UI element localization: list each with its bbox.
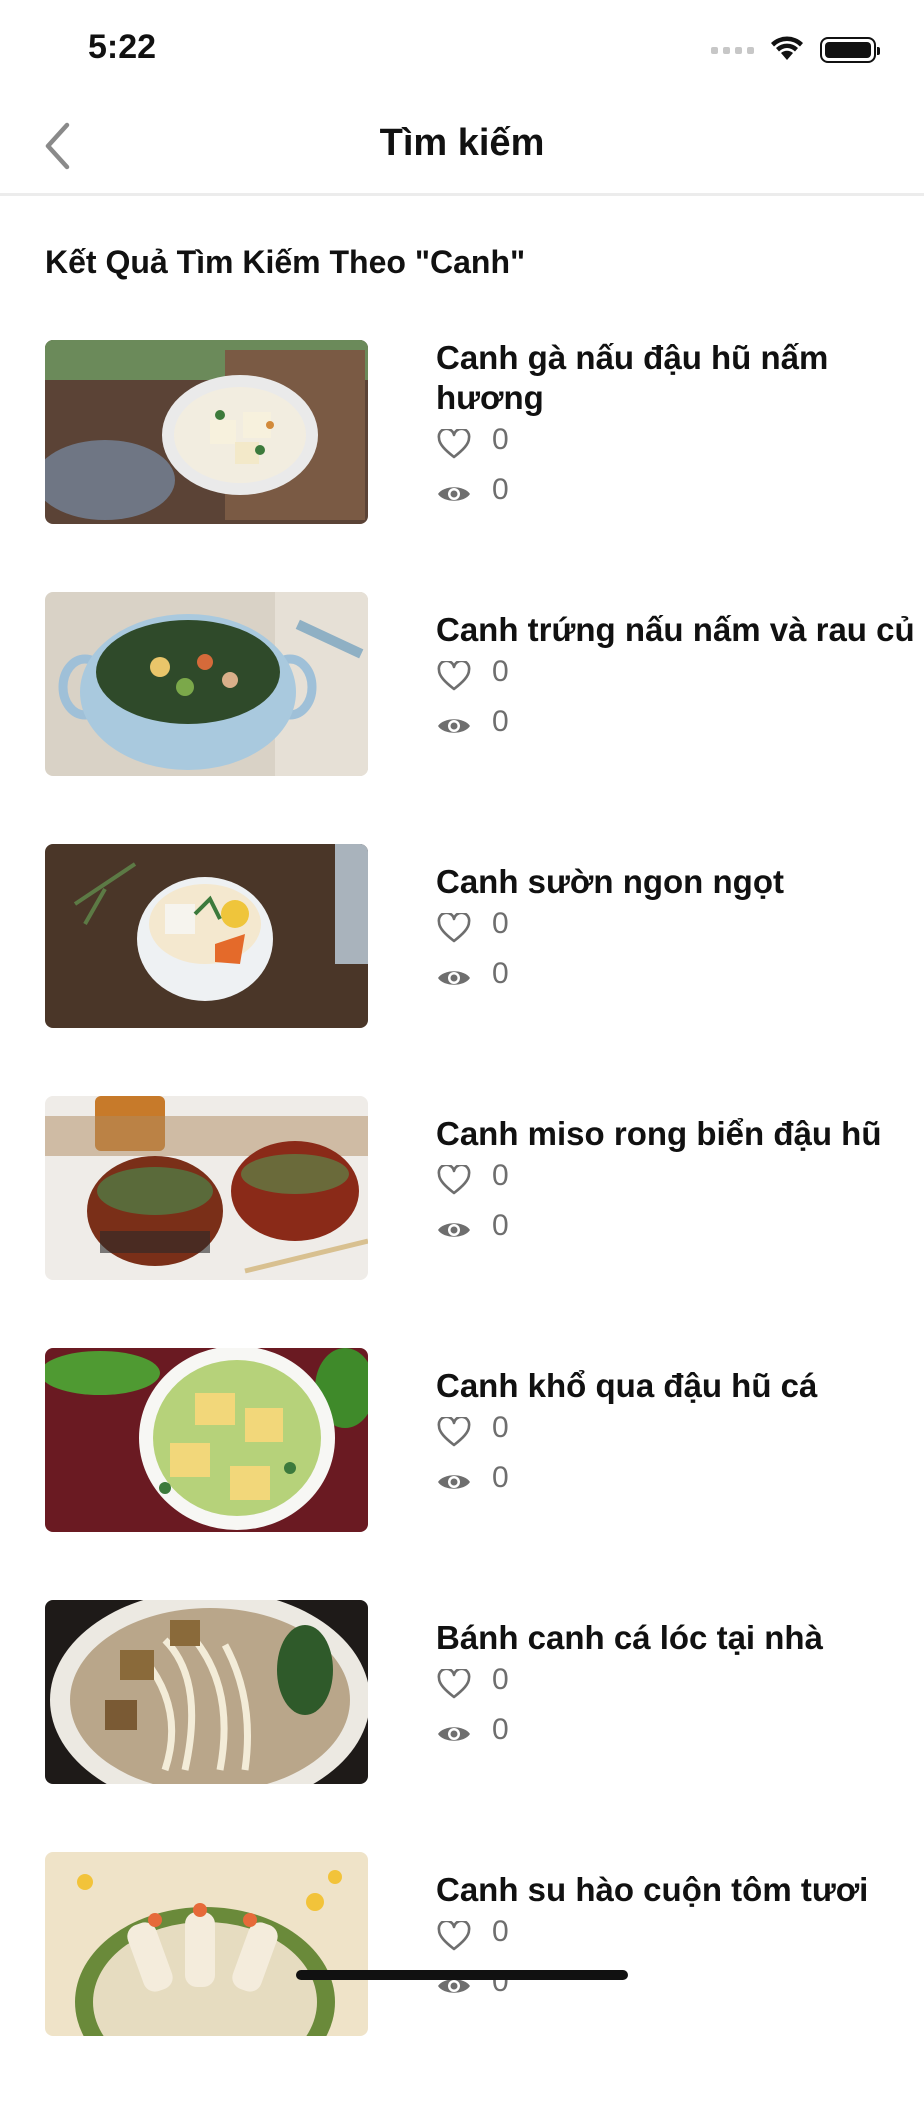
recipe-info: Bánh canh cá lóc tại nhà 0 0 bbox=[436, 1598, 924, 1758]
list-item[interactable]: Canh gà nấu đậu hũ nấm hương 0 0 bbox=[0, 338, 924, 590]
view-count-value: 0 bbox=[492, 1713, 509, 1746]
heart-icon[interactable] bbox=[436, 426, 472, 462]
recipe-thumbnail bbox=[45, 1600, 368, 1784]
recipe-title: Canh trứng nấu nấm và rau củ bbox=[436, 611, 915, 648]
like-count-value: 0 bbox=[492, 1411, 509, 1444]
like-count-value: 0 bbox=[492, 907, 509, 940]
like-count-value: 0 bbox=[492, 423, 509, 456]
list-item[interactable]: Canh sườn ngon ngọt 0 0 bbox=[0, 842, 924, 1094]
view-count-value: 0 bbox=[492, 473, 509, 506]
like-count: 0 bbox=[436, 904, 924, 952]
eye-icon bbox=[436, 476, 472, 512]
recipe-info: Canh sườn ngon ngọt 0 0 bbox=[436, 842, 924, 1002]
view-count: 0 bbox=[436, 702, 924, 750]
recipe-thumbnail bbox=[45, 1852, 368, 2036]
like-count-value: 0 bbox=[492, 1915, 509, 1948]
recipe-thumbnail bbox=[45, 844, 368, 1028]
results-heading: Kết Quả Tìm Kiếm Theo "Canh" bbox=[45, 244, 526, 280]
recipe-info: Canh gà nấu đậu hũ nấm hương 0 0 bbox=[436, 338, 924, 518]
list-item[interactable]: Bánh canh cá lóc tại nhà 0 0 bbox=[0, 1598, 924, 1850]
like-count: 0 bbox=[436, 1660, 924, 1708]
recipe-thumbnail bbox=[45, 340, 368, 524]
recipe-thumbnail bbox=[45, 1096, 368, 1280]
like-count: 0 bbox=[436, 1156, 924, 1204]
recipe-info: Canh trứng nấu nấm và rau củ 0 0 bbox=[436, 590, 924, 750]
status-indicators bbox=[711, 32, 880, 68]
page-title: Tìm kiếm bbox=[379, 122, 545, 164]
battery-icon bbox=[820, 37, 880, 63]
recipe-title: Canh gà nấu đậu hũ nấm hương bbox=[436, 339, 829, 416]
view-count: 0 bbox=[436, 954, 924, 1002]
recipe-info: Canh su hào cuộn tôm tươi 0 0 bbox=[436, 1850, 924, 2010]
like-count: 0 bbox=[436, 1912, 924, 1960]
list-item[interactable]: Canh khổ qua đậu hũ cá 0 0 bbox=[0, 1346, 924, 1598]
results-list: Canh gà nấu đậu hũ nấm hương 0 0 Canh tr… bbox=[0, 338, 924, 2102]
list-item[interactable]: Canh trứng nấu nấm và rau củ 0 0 bbox=[0, 590, 924, 842]
recipe-title: Canh khổ qua đậu hũ cá bbox=[436, 1367, 818, 1404]
recipe-info: Canh khổ qua đậu hũ cá 0 0 bbox=[436, 1346, 924, 1506]
eye-icon bbox=[436, 1716, 472, 1752]
view-count: 0 bbox=[436, 1710, 924, 1758]
like-count-value: 0 bbox=[492, 1159, 509, 1192]
recipe-title: Canh sườn ngon ngọt bbox=[436, 863, 784, 900]
recipe-thumbnail bbox=[45, 592, 368, 776]
home-indicator[interactable] bbox=[296, 1970, 628, 1980]
eye-icon bbox=[436, 1464, 472, 1500]
heart-icon[interactable] bbox=[436, 1666, 472, 1702]
view-count-value: 0 bbox=[492, 705, 509, 738]
navigation-bar: Tìm kiếm bbox=[0, 96, 924, 196]
list-item[interactable]: Canh miso rong biển đậu hũ 0 0 bbox=[0, 1094, 924, 1346]
view-count-value: 0 bbox=[492, 1461, 509, 1494]
status-time: 5:22 bbox=[88, 28, 157, 66]
cellular-signal-icon bbox=[711, 46, 754, 54]
view-count: 0 bbox=[436, 1458, 924, 1506]
view-count: 0 bbox=[436, 470, 924, 518]
heart-icon[interactable] bbox=[436, 658, 472, 694]
wifi-icon bbox=[768, 34, 806, 67]
eye-icon bbox=[436, 1212, 472, 1248]
like-count: 0 bbox=[436, 420, 924, 468]
like-count: 0 bbox=[436, 652, 924, 700]
view-count-value: 0 bbox=[492, 957, 509, 990]
heart-icon[interactable] bbox=[436, 1414, 472, 1450]
like-count: 0 bbox=[436, 1408, 924, 1456]
view-count: 0 bbox=[436, 1206, 924, 1254]
recipe-info: Canh miso rong biển đậu hũ 0 0 bbox=[436, 1094, 924, 1254]
recipe-title: Canh miso rong biển đậu hũ bbox=[436, 1115, 882, 1152]
eye-icon bbox=[436, 960, 472, 996]
recipe-title: Bánh canh cá lóc tại nhà bbox=[436, 1619, 823, 1656]
heart-icon[interactable] bbox=[436, 1162, 472, 1198]
status-bar: 5:22 bbox=[0, 0, 924, 96]
recipe-thumbnail bbox=[45, 1348, 368, 1532]
view-count-value: 0 bbox=[492, 1209, 509, 1242]
like-count-value: 0 bbox=[492, 1663, 509, 1696]
eye-icon bbox=[436, 708, 472, 744]
recipe-title: Canh su hào cuộn tôm tươi bbox=[436, 1871, 869, 1908]
heart-icon[interactable] bbox=[436, 910, 472, 946]
like-count-value: 0 bbox=[492, 655, 509, 688]
heart-icon[interactable] bbox=[436, 1918, 472, 1954]
